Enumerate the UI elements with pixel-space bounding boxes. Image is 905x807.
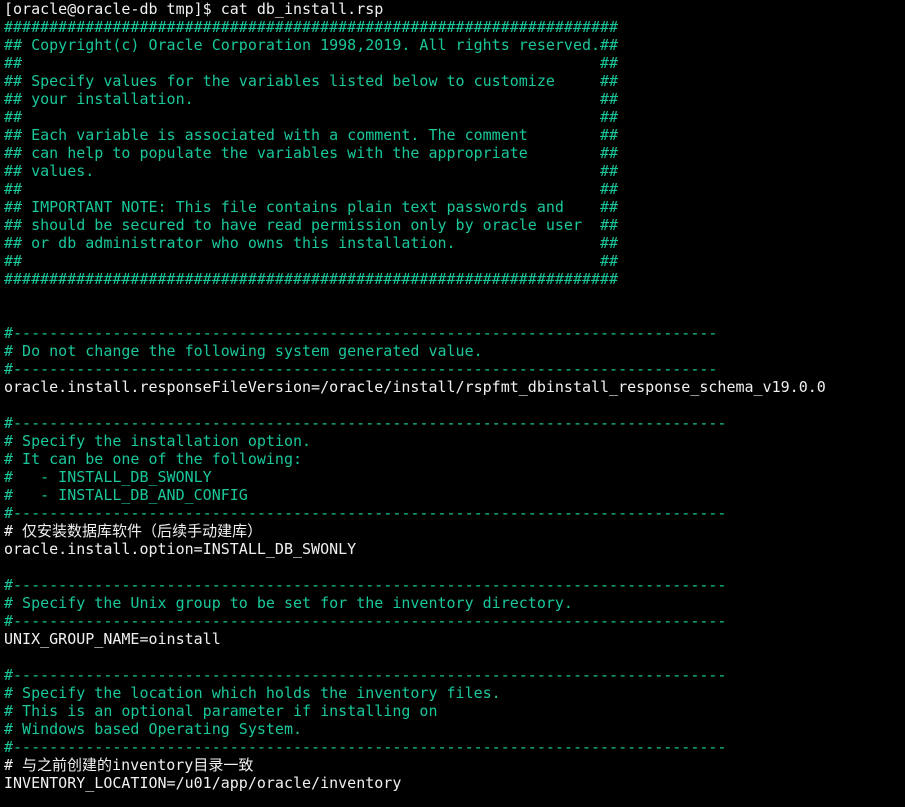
comment-line: # Windows based Operating System.	[4, 720, 303, 738]
comment-line: ## ##	[4, 180, 619, 198]
config-line: UNIX_GROUP_NAME=oinstall	[4, 630, 221, 648]
config-line: # 仅安装数据库软件（后续手动建库）	[4, 522, 263, 540]
terminal-window[interactable]: [oracle@oracle-db tmp]$ cat db_install.r…	[0, 0, 905, 807]
comment-line: ## your installation. ##	[4, 90, 619, 108]
comment-line: #---------------------------------------…	[4, 360, 718, 378]
comment-line: ## ##	[4, 108, 619, 126]
comment-line: # Specify the Unix group to be set for t…	[4, 594, 573, 612]
comment-line: ## Specify values for the variables list…	[4, 72, 619, 90]
comment-line: # Specify the location which holds the i…	[4, 684, 501, 702]
comment-line: # This is an optional parameter if insta…	[4, 702, 438, 720]
comment-line: ## should be secured to have read permis…	[4, 216, 619, 234]
comment-line: #---------------------------------------…	[4, 414, 727, 432]
comment-line: # It can be one of the following:	[4, 450, 303, 468]
comment-line: ## ##	[4, 54, 619, 72]
comment-line: ########################################…	[4, 18, 619, 36]
config-line: # 与之前创建的inventory目录一致	[4, 756, 254, 774]
shell-prompt-command: [oracle@oracle-db tmp]$ cat db_install.r…	[4, 0, 384, 18]
comment-line: #---------------------------------------…	[4, 666, 727, 684]
comment-line: #---------------------------------------…	[4, 504, 727, 522]
comment-line: ## or db administrator who owns this ins…	[4, 234, 619, 252]
config-line: oracle.install.responseFileVersion=/orac…	[4, 378, 826, 396]
comment-line: ## values. ##	[4, 162, 619, 180]
terminal-output: [oracle@oracle-db tmp]$ cat db_install.r…	[0, 0, 905, 792]
comment-line: ## ##	[4, 252, 619, 270]
comment-line: # - INSTALL_DB_SWONLY	[4, 468, 212, 486]
comment-line: # Do not change the following system gen…	[4, 342, 483, 360]
comment-line: ########################################…	[4, 270, 619, 288]
comment-line: #---------------------------------------…	[4, 612, 727, 630]
comment-line: #---------------------------------------…	[4, 324, 718, 342]
comment-line: ## IMPORTANT NOTE: This file contains pl…	[4, 198, 619, 216]
comment-line: #---------------------------------------…	[4, 576, 727, 594]
comment-line: ## Each variable is associated with a co…	[4, 126, 619, 144]
comment-line: #---------------------------------------…	[4, 738, 727, 756]
config-line: INVENTORY_LOCATION=/u01/app/oracle/inven…	[4, 774, 402, 792]
comment-line: # - INSTALL_DB_AND_CONFIG	[4, 486, 248, 504]
config-line: oracle.install.option=INSTALL_DB_SWONLY	[4, 540, 357, 558]
comment-line: ## can help to populate the variables wi…	[4, 144, 619, 162]
comment-line: ## Copyright(c) Oracle Corporation 1998,…	[4, 36, 619, 54]
comment-line: # Specify the installation option.	[4, 432, 312, 450]
